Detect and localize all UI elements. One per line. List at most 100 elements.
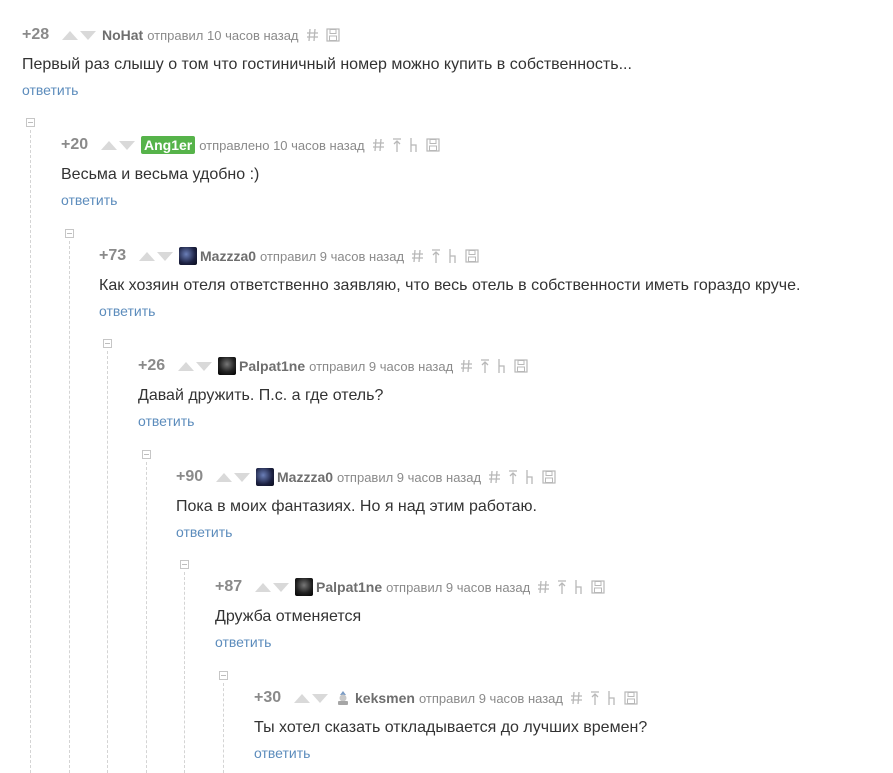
comment-rating: +20	[61, 136, 89, 153]
hash-icon[interactable]	[461, 359, 473, 373]
thread-icon[interactable]	[409, 137, 419, 153]
thread-guide-line	[30, 130, 31, 773]
hash-icon[interactable]	[372, 138, 385, 152]
vote-controls	[101, 140, 135, 150]
collapse-toggle[interactable]	[103, 339, 112, 348]
collapse-toggle[interactable]	[142, 450, 151, 459]
vote-up-icon[interactable]	[216, 472, 232, 482]
avatar[interactable]	[256, 468, 274, 486]
vote-down-icon[interactable]	[119, 140, 135, 150]
vote-up-icon[interactable]	[294, 693, 310, 703]
comment: +20 Ang1er отправлено 10 часов назад Весьма…	[61, 134, 447, 210]
comment-rating: +73	[99, 247, 127, 264]
comment-text: Дружба отменяется	[215, 608, 362, 625]
comment-author[interactable]: NoHat	[102, 27, 143, 43]
comment-author[interactable]: Mazzza0	[200, 248, 256, 264]
avatar[interactable]	[218, 357, 236, 375]
save-icon[interactable]	[542, 470, 556, 484]
comment-rating: +28	[22, 26, 50, 43]
hash-icon[interactable]	[412, 249, 424, 263]
hash-icon[interactable]	[538, 580, 550, 594]
vote-up-icon[interactable]	[255, 582, 271, 592]
vote-down-icon[interactable]	[312, 693, 328, 703]
vote-up-icon[interactable]	[139, 251, 155, 261]
parent-arrow-icon[interactable]	[480, 358, 490, 374]
comment: +73 Mazzza0 отправил 9 часов назад Как хозя…	[99, 245, 800, 321]
comment-header: +90 Mazzza0 отправил 9 часов назад	[176, 466, 563, 488]
parent-arrow-icon[interactable]	[431, 248, 441, 264]
vote-controls	[139, 251, 173, 261]
comment-header: +73 Mazzza0 отправил 9 часов назад	[99, 245, 800, 267]
save-icon[interactable]	[465, 249, 479, 263]
reply-link[interactable]: ответить	[22, 82, 78, 98]
parent-arrow-icon[interactable]	[557, 579, 567, 595]
vote-controls	[216, 472, 250, 482]
thread-icon[interactable]	[574, 579, 584, 595]
vote-controls	[255, 582, 289, 592]
hash-icon[interactable]	[489, 470, 501, 484]
comment-author[interactable]: Mazzza0	[277, 469, 333, 485]
comment-author[interactable]: keksmen	[355, 690, 415, 706]
parent-arrow-icon[interactable]	[590, 690, 600, 706]
comment-header: +26 Palpat1ne отправил 9 часов назад	[138, 355, 535, 377]
comment-timestamp[interactable]: отправил 9 часов назад	[386, 580, 530, 595]
thread-icon[interactable]	[497, 358, 507, 374]
collapse-toggle[interactable]	[180, 560, 189, 569]
comment-timestamp[interactable]: отправил 10 часов назад	[147, 28, 298, 43]
comment-rating: +90	[176, 468, 204, 485]
hash-icon[interactable]	[570, 691, 583, 705]
comment-header: +30 keksmen отправил 9 часов назад	[254, 687, 647, 709]
comment-rating: +87	[215, 578, 243, 595]
thread-icon[interactable]	[607, 690, 617, 706]
thread-icon[interactable]	[448, 248, 458, 264]
comment: +28 NoHat отправил 10 часов назад Первый ра…	[22, 24, 632, 100]
vote-down-icon[interactable]	[80, 30, 96, 40]
collapse-toggle[interactable]	[219, 671, 228, 680]
vote-up-icon[interactable]	[62, 30, 78, 40]
comment-text: Пока в моих фантазиях. Но я над этим раб…	[176, 498, 537, 515]
vote-down-icon[interactable]	[273, 582, 289, 592]
reply-link[interactable]: ответить	[61, 192, 117, 208]
thread-icon[interactable]	[525, 469, 535, 485]
collapse-toggle[interactable]	[65, 229, 74, 238]
thread-guide-line	[223, 683, 224, 773]
reply-link[interactable]: ответить	[254, 745, 310, 761]
comment-text: Весьма и весьма удобно :)	[61, 166, 260, 183]
avatar[interactable]	[179, 247, 197, 265]
save-icon[interactable]	[325, 28, 340, 42]
save-icon[interactable]	[624, 691, 638, 705]
comment-author[interactable]: Ang1er	[141, 136, 196, 154]
reply-link[interactable]: ответить	[99, 303, 155, 319]
save-icon[interactable]	[514, 359, 528, 373]
vote-down-icon[interactable]	[157, 251, 173, 261]
parent-arrow-icon[interactable]	[392, 137, 402, 153]
comment-timestamp[interactable]: отправил 9 часов назад	[337, 470, 481, 485]
comment-timestamp[interactable]: отправил 9 часов назад	[309, 359, 453, 374]
vote-up-icon[interactable]	[178, 361, 194, 371]
collapse-toggle[interactable]	[26, 118, 35, 127]
comment-rating: +30	[254, 689, 282, 706]
thread-guide-line	[184, 572, 185, 773]
comment: +87 Palpat1ne отправил 9 часов назад Дружба…	[215, 576, 612, 652]
hash-icon[interactable]	[306, 28, 319, 42]
vote-up-icon[interactable]	[101, 140, 117, 150]
reply-link[interactable]: ответить	[138, 413, 194, 429]
comment-timestamp[interactable]: отправил 9 часов назад	[419, 691, 563, 706]
avatar[interactable]	[295, 578, 313, 596]
reply-link[interactable]: ответить	[215, 634, 271, 650]
vote-down-icon[interactable]	[234, 472, 250, 482]
avatar[interactable]	[334, 689, 352, 707]
reply-link[interactable]: ответить	[176, 524, 232, 540]
comment-author[interactable]: Palpat1ne	[239, 358, 305, 374]
parent-arrow-icon[interactable]	[508, 469, 518, 485]
comment-timestamp[interactable]: отправил 9 часов назад	[260, 249, 404, 264]
comment-author[interactable]: Palpat1ne	[316, 579, 382, 595]
save-icon[interactable]	[591, 580, 605, 594]
vote-down-icon[interactable]	[196, 361, 212, 371]
comment: +90 Mazzza0 отправил 9 часов назад Пока в м…	[176, 466, 563, 542]
save-icon[interactable]	[425, 138, 440, 152]
vote-controls	[178, 361, 212, 371]
comment-timestamp[interactable]: отправлено 10 часов назад	[199, 138, 364, 153]
comment-rating: +26	[138, 357, 166, 374]
comment-header: +87 Palpat1ne отправил 9 часов назад	[215, 576, 612, 598]
